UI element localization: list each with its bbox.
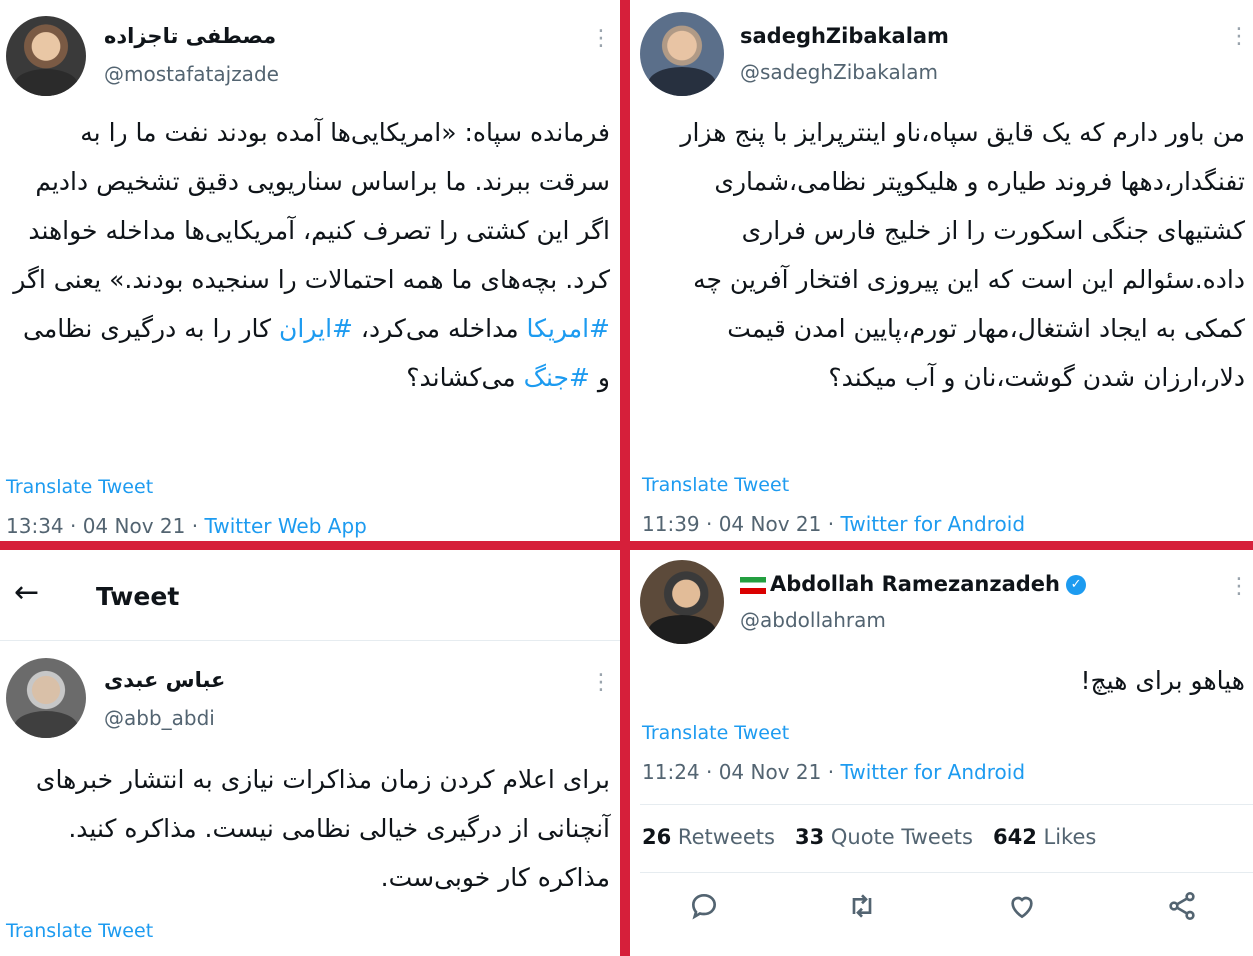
author-handle[interactable]: @mostafatajzade: [104, 62, 279, 86]
share-icon[interactable]: [1166, 890, 1206, 930]
likes-stat[interactable]: 642 Likes: [993, 825, 1096, 849]
horizontal-divider: [0, 541, 1253, 550]
retweets-stat[interactable]: 26 Retweets: [642, 825, 775, 849]
body-text-fragment: مداخله می‌کرد،: [352, 314, 527, 343]
author-name[interactable]: Abdollah Ramezanzadeh ✓: [740, 572, 1087, 596]
author-handle[interactable]: @abb_abdi: [104, 706, 215, 730]
quote-tweets-stat[interactable]: 33 Quote Tweets: [795, 825, 973, 849]
avatar[interactable]: [6, 16, 86, 96]
tweet-source: Twitter Web App: [204, 514, 367, 538]
tweet-header-bar: ← Tweet: [0, 550, 620, 641]
hashtag-link[interactable]: #امریکا: [527, 314, 610, 343]
author-name-text: Abdollah Ramezanzadeh: [770, 572, 1061, 596]
tweet-body: هیاهو برای هیچ!: [1080, 666, 1246, 695]
back-arrow-icon[interactable]: ←: [14, 578, 39, 608]
avatar[interactable]: [6, 658, 86, 738]
translate-tweet-link[interactable]: Translate Tweet: [642, 474, 789, 496]
tweet-card-ramezanzadeh: Abdollah Ramezanzadeh ✓ @abdollahram ⋮ هی…: [630, 550, 1253, 956]
hashtag-link[interactable]: #ایران: [279, 314, 353, 343]
verified-badge-icon: ✓: [1066, 575, 1087, 595]
tweet-body: من باور دارم که یک قایق سپاه،ناو اینترپر…: [680, 118, 1245, 392]
translate-tweet-link[interactable]: Translate Tweet: [642, 722, 789, 744]
translate-tweet-link[interactable]: Translate Tweet: [6, 476, 153, 498]
tweet-card-tajzade: مصطفی تاجزاده @mostafatajzade ⋮ فرمانده …: [0, 0, 620, 541]
more-dots-icon[interactable]: ⋮: [590, 672, 612, 694]
tweet-card-abdi: ← Tweet عباس عبدی @abb_abdi ⋮ برای اعلام…: [0, 550, 620, 956]
header-title: Tweet: [96, 582, 180, 611]
tweet-source: Twitter for Android: [840, 512, 1026, 536]
divider-line: [640, 872, 1253, 873]
tweet-meta: 13:34 · 04 Nov 21 · Twitter Web App: [6, 514, 367, 538]
tweet-timestamp[interactable]: 13:34 · 04 Nov 21 ·: [6, 514, 204, 538]
tweet-card-zibakalam: sadeghZibakalam @sadeghZibakalam ⋮ من با…: [630, 0, 1253, 541]
tweet-meta: 11:39 · 04 Nov 21 · Twitter for Android: [642, 512, 1025, 536]
translate-tweet-link[interactable]: Translate Tweet: [6, 920, 153, 942]
tweet-body: برای اعلام کردن زمان مذاکرات نیازی به ان…: [35, 765, 610, 892]
iran-flag-icon: [740, 576, 766, 594]
author-name[interactable]: عباس عبدی: [104, 668, 225, 692]
tweet-timestamp[interactable]: 11:24 · 04 Nov 21 ·: [642, 760, 840, 784]
author-name[interactable]: مصطفی تاجزاده: [104, 24, 276, 48]
avatar[interactable]: [640, 12, 724, 96]
body-text-fragment: می‌کشاند؟: [406, 363, 524, 392]
more-dots-icon[interactable]: ⋮: [1228, 576, 1250, 598]
tweet-meta: 11:24 · 04 Nov 21 · Twitter for Android: [642, 760, 1025, 784]
like-icon[interactable]: [1006, 890, 1046, 930]
author-handle[interactable]: @sadeghZibakalam: [740, 60, 938, 84]
more-dots-icon[interactable]: ⋮: [590, 28, 612, 50]
tweet-timestamp[interactable]: 11:39 · 04 Nov 21 ·: [642, 512, 840, 536]
author-handle[interactable]: @abdollahram: [740, 608, 886, 632]
author-name[interactable]: sadeghZibakalam: [740, 24, 949, 48]
avatar[interactable]: [640, 560, 724, 644]
retweet-icon[interactable]: [846, 890, 886, 930]
tweet-body: فرمانده سپاه: «امریکایی‌ها آمده بودند نف…: [10, 108, 610, 402]
divider-line: [640, 804, 1253, 805]
vertical-divider: [620, 0, 630, 956]
body-text-fragment: فرمانده سپاه: «امریکایی‌ها آمده بودند نف…: [13, 118, 610, 294]
tweet-source: Twitter for Android: [840, 760, 1026, 784]
hashtag-link[interactable]: #جنگ: [524, 363, 590, 392]
reply-icon[interactable]: [688, 890, 728, 930]
more-dots-icon[interactable]: ⋮: [1228, 26, 1250, 48]
engagement-stats: 26 Retweets 33 Quote Tweets 642 Likes: [642, 825, 1096, 849]
